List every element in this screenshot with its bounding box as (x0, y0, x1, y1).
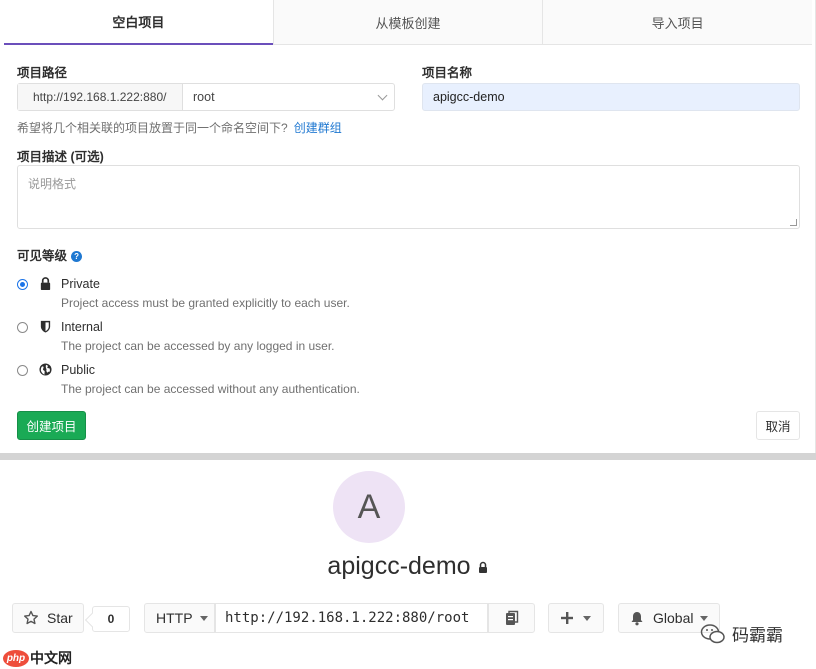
internal-text: Internal The project can be accessed by … (61, 320, 335, 353)
public-title: Public (61, 363, 96, 377)
question-circle-icon[interactable]: ? (71, 251, 83, 262)
tab-import-project[interactable]: 导入项目 (542, 0, 813, 45)
project-path-field: http://192.168.1.222:880/ root (17, 83, 395, 111)
php-site-name: 中文网 (30, 650, 72, 666)
wechat-account-name: 码霸霸 (732, 626, 783, 645)
globe-icon (39, 363, 52, 376)
namespace-value: root (193, 90, 215, 104)
project-description-label: 项目描述 (可选) (17, 150, 104, 164)
namespace-select[interactable]: root (183, 84, 394, 110)
divider (0, 453, 816, 460)
radio-private[interactable] (17, 279, 28, 290)
resize-handle-icon[interactable] (790, 219, 797, 226)
shield-icon (40, 320, 51, 333)
radio-public[interactable] (17, 365, 28, 376)
public-text: Public The project can be accessed witho… (61, 363, 360, 396)
protocol-dropdown[interactable]: HTTP (144, 603, 215, 633)
caret-down-icon (583, 615, 591, 621)
tab-create-from-template[interactable]: 从模板创建 (272, 0, 543, 45)
radio-internal[interactable] (17, 322, 28, 333)
create-group-link[interactable]: 创建群组 (294, 121, 342, 135)
visibility-option-internal[interactable]: Internal The project can be accessed by … (17, 320, 335, 353)
lock-icon (478, 562, 487, 574)
notification-level: Global (653, 610, 694, 626)
project-description-textarea[interactable]: 说明格式 (17, 165, 800, 229)
visibility-level-label: 可见等级? (17, 245, 83, 264)
protocol-label: HTTP (156, 610, 193, 626)
star-button[interactable]: Star (12, 603, 84, 633)
project-title: apigcc-demo (0, 552, 816, 581)
wechat-icon (700, 623, 725, 643)
lock-icon (40, 277, 51, 290)
wechat-watermark: 码霸霸 (700, 621, 783, 646)
description-placeholder: 说明格式 (28, 177, 77, 191)
group-hint: 希望将几个相关联的项目放置于同一个命名空间下? 创建群组 (17, 119, 342, 136)
private-title: Private (61, 277, 100, 291)
project-name-input[interactable]: apigcc-demo (422, 83, 800, 111)
private-text: Private Project access must be granted e… (61, 277, 350, 310)
visibility-option-private[interactable]: Private Project access must be granted e… (17, 277, 350, 310)
php-watermark: php 中文网 (3, 648, 72, 668)
plus-icon (561, 612, 573, 624)
caret-down-icon (700, 615, 709, 621)
copy-url-button[interactable] (488, 603, 535, 633)
php-badge: php (3, 649, 29, 667)
project-name-label: 项目名称 (422, 66, 473, 80)
copy-icon (505, 610, 518, 625)
star-label: Star (47, 610, 73, 626)
visibility-option-public[interactable]: Public The project can be accessed witho… (17, 363, 360, 396)
path-prefix: http://192.168.1.222:880/ (18, 84, 183, 110)
project-name: apigcc-demo (327, 552, 471, 580)
create-project-button[interactable]: 创建项目 (17, 411, 86, 440)
internal-title: Internal (61, 320, 103, 334)
project-header: A apigcc-demo Star 0 HTTP http://192.168… (0, 460, 816, 669)
star-icon (24, 610, 38, 625)
internal-description: The project can be accessed by any logge… (61, 339, 335, 353)
new-project-form: 空白项目 从模板创建 导入项目 项目路径 http://192.168.1.22… (0, 0, 816, 453)
public-description: The project can be accessed without any … (61, 382, 360, 396)
project-type-tabs: 空白项目 从模板创建 导入项目 (4, 0, 813, 45)
project-avatar: A (333, 471, 405, 543)
visibility-level-text: 可见等级 (17, 249, 68, 263)
star-count[interactable]: 0 (92, 606, 130, 632)
add-new-dropdown[interactable] (548, 603, 604, 633)
bell-icon (631, 611, 643, 625)
caret-down-icon (199, 615, 208, 621)
group-hint-text: 希望将几个相关联的项目放置于同一个命名空间下? (17, 121, 288, 135)
private-description: Project access must be granted explicitl… (61, 296, 350, 310)
chevron-down-icon (377, 90, 388, 100)
tab-blank-project[interactable]: 空白项目 (4, 0, 273, 45)
cancel-button[interactable]: 取消 (756, 411, 800, 440)
project-path-label: 项目路径 (17, 66, 68, 80)
clone-url-input[interactable]: http://192.168.1.222:880/root (215, 603, 488, 633)
